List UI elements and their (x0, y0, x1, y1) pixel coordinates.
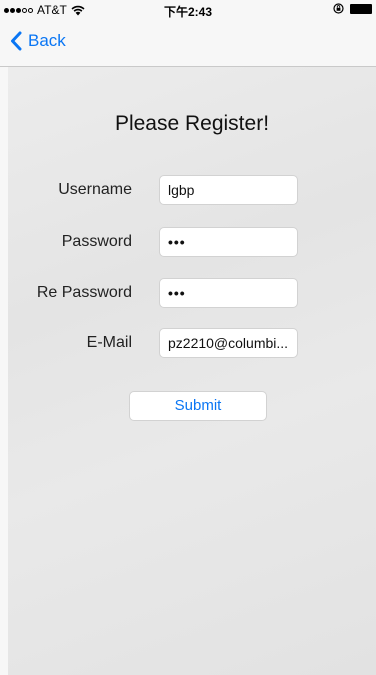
submit-button[interactable]: Submit (129, 391, 267, 421)
status-time: 下午2:43 (163, 5, 213, 19)
status-bar: AT&T 下午2:43 (0, 0, 376, 20)
back-button[interactable]: Back (10, 31, 66, 51)
back-label: Back (28, 31, 66, 50)
screen: AT&T 下午2:43 Back Please Register! Userna… (0, 0, 376, 675)
username-label: Username (58, 181, 132, 198)
username-input[interactable]: lgbp (159, 175, 298, 205)
password-input[interactable]: ••• (159, 227, 298, 257)
email-input[interactable]: pz2210@columbi... (159, 328, 298, 358)
rotation-lock-icon (333, 3, 344, 14)
page-title: Please Register! (114, 112, 270, 135)
username-row: Username lgbp (8, 175, 376, 205)
registration-form: Please Register! Username lgbp Password … (8, 67, 376, 675)
re-password-label: Re Password (36, 284, 132, 301)
re-password-row: Re Password ••• (8, 278, 376, 308)
status-right (333, 3, 372, 14)
email-label: E-Mail (86, 334, 132, 351)
re-password-input[interactable]: ••• (159, 278, 298, 308)
password-label: Password (61, 233, 132, 250)
chevron-left-icon (11, 31, 22, 51)
password-row: Password ••• (8, 227, 376, 257)
battery-icon (350, 3, 372, 14)
email-row: E-Mail pz2210@columbi... (8, 328, 376, 358)
navigation-bar: Back (0, 20, 376, 67)
